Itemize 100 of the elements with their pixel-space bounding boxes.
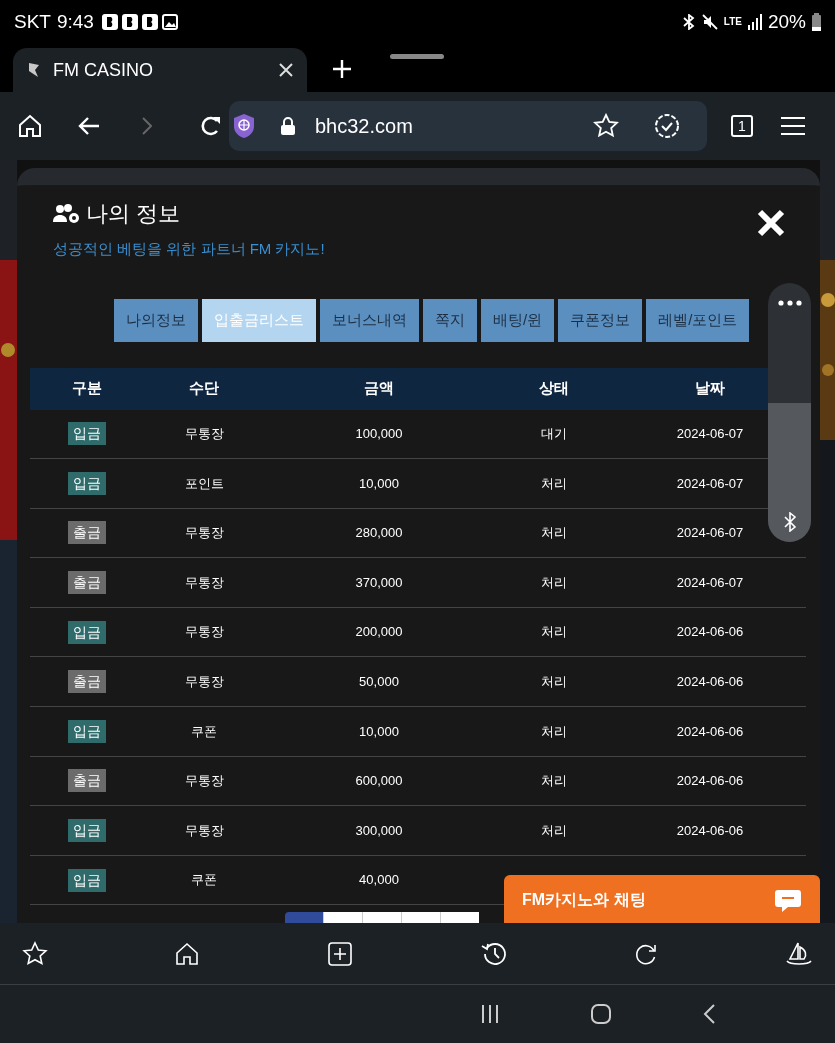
back-icon[interactable] <box>703 1004 715 1024</box>
table-cell-text: 처리 <box>541 623 567 642</box>
table-cell-text: 100,000 <box>355 425 403 444</box>
table-cell-text: 600,000 <box>355 772 403 791</box>
table-cell-text: 무통장 <box>184 425 224 444</box>
type-badge: 입금 <box>68 422 106 446</box>
mute-icon <box>701 14 718 30</box>
notification-icon <box>101 14 118 30</box>
history-icon[interactable] <box>480 940 508 967</box>
recent-apps-icon[interactable] <box>481 1004 499 1024</box>
type-badge: 출금 <box>68 769 106 793</box>
drag-handle[interactable] <box>390 54 444 59</box>
table-cell-text: 처리 <box>541 772 567 791</box>
notification-icon <box>141 14 158 30</box>
url-text[interactable]: bhc32.com <box>315 111 593 141</box>
chat-icon <box>774 888 802 914</box>
table-cell-text: 무통장 <box>184 573 224 592</box>
shield-icon[interactable] <box>233 113 255 139</box>
table-cell-text: 처리 <box>541 573 567 592</box>
table-cell-text: 대기 <box>541 425 567 444</box>
modal-title: 나의 정보 <box>86 200 181 228</box>
type-badge: 출금 <box>68 571 106 595</box>
type-badge: 입금 <box>68 819 106 843</box>
signal-icon <box>747 14 762 30</box>
table-cell-text: 10,000 <box>359 474 399 493</box>
home-icon[interactable] <box>17 113 43 139</box>
table-cell-text: 2024-06-06 <box>676 772 744 791</box>
bluetooth-icon[interactable] <box>782 512 797 532</box>
users-settings-icon <box>52 202 80 225</box>
table-cell-text: 2024-06-06 <box>676 821 744 840</box>
forward-icon[interactable] <box>142 117 152 135</box>
tab[interactable]: 배팅/윈 <box>481 298 555 342</box>
browser-tab[interactable]: FM CASINO <box>13 48 307 92</box>
sailboat-icon[interactable] <box>786 940 812 967</box>
column-header: 금액 <box>363 378 395 399</box>
tab[interactable]: 나의정보 <box>114 298 198 342</box>
address-bar[interactable]: bhc32.com <box>229 101 707 151</box>
table-cell-text: 2024-06-06 <box>676 623 744 642</box>
table-cell-text: 처리 <box>541 821 567 840</box>
reload-icon[interactable] <box>199 115 221 137</box>
tab[interactable]: 쪽지 <box>423 298 477 342</box>
table-cell-text: 무통장 <box>184 623 224 642</box>
type-badge: 출금 <box>68 670 106 694</box>
clock-text: 9:43 <box>56 9 94 34</box>
table-cell-text: 처리 <box>541 673 567 691</box>
tab[interactable]: 보너스내역 <box>320 298 419 342</box>
tab[interactable]: 쿠폰정보 <box>558 298 643 342</box>
table-cell-text: 300,000 <box>355 821 403 840</box>
site-logo-icon <box>27 61 41 79</box>
table-cell-text: 처리 <box>541 722 567 741</box>
home-button-icon[interactable] <box>591 1004 611 1024</box>
modal-subtitle: 성공적인 베팅을 위한 파트너 FM 카지노! <box>53 239 326 259</box>
type-badge: 입금 <box>68 719 106 743</box>
type-badge: 입금 <box>68 620 106 644</box>
new-tab-icon[interactable] <box>333 60 351 78</box>
table-cell-text: 무통장 <box>184 524 224 543</box>
battery-icon <box>812 13 821 31</box>
table-cell-text: 쿠폰 <box>191 722 217 741</box>
tab-counter[interactable]: 1 <box>731 115 753 137</box>
table-cell-text: 쿠폰 <box>191 871 217 890</box>
image-icon <box>161 14 178 30</box>
column-header: 상태 <box>538 378 570 399</box>
table-cell-text: 2024-06-07 <box>676 425 744 444</box>
network-text: LTE <box>723 17 742 27</box>
table-cell-text: 40,000 <box>359 871 399 890</box>
table-cell-text: 50,000 <box>359 673 399 691</box>
table-cell-text: 10,000 <box>359 722 399 741</box>
type-badge: 출금 <box>68 521 106 545</box>
type-badge: 입금 <box>68 471 106 495</box>
column-header: 날짜 <box>694 378 726 399</box>
carrier-text: SKT <box>14 9 51 34</box>
lock-icon <box>281 117 295 135</box>
bluetooth-icon <box>681 14 696 30</box>
table-cell-text: 포인트 <box>184 474 224 493</box>
home-icon[interactable] <box>174 940 200 967</box>
battery-text: 20% <box>767 9 806 34</box>
notification-icon <box>121 14 138 30</box>
table-cell-text: 무통장 <box>184 772 224 791</box>
table-cell-text: 무통장 <box>184 821 224 840</box>
table-cell-text: 무통장 <box>184 673 224 691</box>
menu-icon[interactable] <box>781 116 805 136</box>
table-cell-text: 280,000 <box>355 524 403 543</box>
tab[interactable]: 레벨/포인트 <box>646 298 750 342</box>
table-cell-text: 2024-06-06 <box>676 722 744 741</box>
type-badge: 입금 <box>68 868 106 892</box>
column-header: 구분 <box>71 378 103 399</box>
table-cell-text: 처리 <box>541 474 567 493</box>
star-icon[interactable] <box>593 113 619 139</box>
more-icon[interactable] <box>777 300 802 306</box>
close-icon[interactable] <box>279 63 293 77</box>
table-cell-text: 2024-06-07 <box>676 474 744 493</box>
table-cell-text: 370,000 <box>355 573 403 592</box>
add-tab-icon[interactable] <box>328 941 352 966</box>
chat-widget[interactable]: FM카지노와 채팅 <box>504 875 820 923</box>
star-icon[interactable] <box>22 940 48 967</box>
column-header: 수단 <box>188 378 220 399</box>
table-cell-text: 2024-06-07 <box>676 573 744 592</box>
check-badge-icon[interactable] <box>653 112 681 140</box>
table-cell-text: 200,000 <box>355 623 403 642</box>
table-cell-text: 처리 <box>541 524 567 543</box>
